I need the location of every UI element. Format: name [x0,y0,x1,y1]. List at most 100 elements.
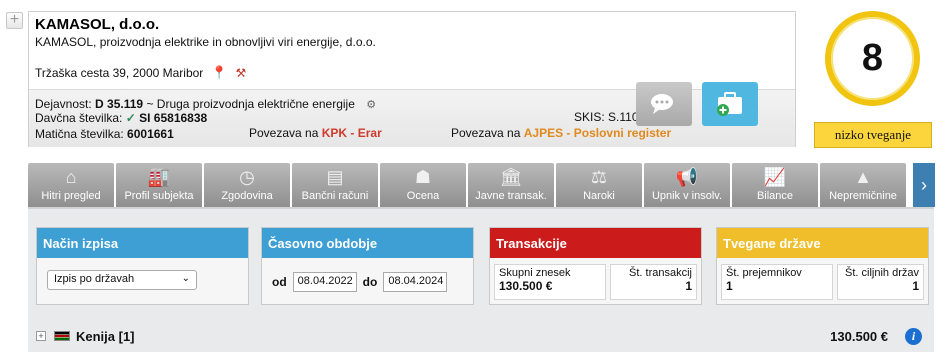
company-full-name: KAMASOL, proizvodnja elektrike in obnovl… [35,35,376,49]
stat-label: Št. transakcij [629,267,692,279]
reg-label: Matična številka: [35,127,124,141]
tax-number: SI 65816838 [139,111,208,125]
ajpes-link[interactable]: AJPES - Poslovni register [524,126,671,140]
stat-label: Skupni znesek [499,267,571,279]
tab-bank-accounts[interactable]: ▤ Bančni računi [292,163,378,207]
activity-code: D 35.119 [95,97,144,111]
route-icon[interactable]: ⚒ [236,66,247,80]
credit-score-value: 8 [861,37,884,79]
chart-icon: 📈 [763,167,787,187]
gears-icon[interactable]: ⚙ [366,99,376,111]
kenya-flag-icon [54,331,70,341]
tab-hearings[interactable]: ⚖ Naroki [556,163,642,207]
tab-label: Bančni računi [301,190,369,202]
tab-profile[interactable]: 🏭 Profil subjekta [116,163,202,207]
ajpes-prefix: Povezava na [451,126,521,140]
transactions-panel: Transakcije Skupni znesek 130.500 € Št. … [489,227,702,305]
from-label: od [272,275,287,289]
risky-countries-panel: Tvegane države Št. prejemnikov 1 Št. cil… [716,227,929,305]
country-name: Kenija [1] [76,328,135,344]
recipients-stat: Št. prejemnikov 1 [721,264,833,300]
company-card: KAMASOL, d.o.o. KAMASOL, proizvodnja ele… [28,11,796,147]
content-area: Način izpisa Izpis po državah ⌄ Časovno … [28,207,934,352]
chevron-down-icon: ⌄ [181,273,190,284]
tab-label: Nepremičnine [829,190,897,202]
check-icon: ✓ [125,111,136,125]
display-mode-panel: Način izpisa Izpis po državah ⌄ [36,227,249,305]
panel-title: Transakcije [490,228,701,258]
map-icon: ▲ [854,167,872,187]
tax-row: Davčna številka: ✓ SI 65816838 [35,111,207,125]
tab-bar: ⌂ Hitri pregled 🏭 Profil subjekta ◷ Zgodovi… [28,163,906,207]
select-value: Izpis po državah [54,273,135,285]
stat-value: 1 [726,279,733,293]
credit-score-circle: 8 [825,11,920,106]
transaction-count-stat: Št. transakcij 1 [610,264,697,300]
tab-public-transactions[interactable]: 🏛 Javne transak. [468,163,554,207]
country-amount: 130.500 € [830,328,888,344]
stat-label: Št. ciljnih držav [845,267,919,279]
display-mode-select[interactable]: Izpis po državah ⌄ [47,270,197,290]
kpk-link[interactable]: KPK - Erar [322,126,382,140]
to-label: do [362,275,378,289]
tab-real-estate[interactable]: ▲ Nepremičnine [820,163,906,207]
chevron-right-icon: › [921,175,927,195]
kpk-link-row: Povezava na KPK - Erar [249,126,382,140]
add-portfolio-button[interactable] [702,82,758,126]
company-address: Tržaška cesta 39, 2000 Maribor 📍 ⚒ [35,65,246,81]
tab-history[interactable]: ◷ Zgodovina [204,163,290,207]
tax-label: Davčna številka: [35,111,123,125]
tab-label: Hitri pregled [41,190,101,202]
tab-insolvency-creditor[interactable]: 📢 Upnik v insolv. [644,163,730,207]
tab-label: Profil subjekta [124,190,194,202]
info-icon[interactable]: i [905,327,922,345]
kpk-prefix: Povezava na [249,126,319,140]
to-date-input[interactable]: 08.04.2024 [383,272,448,292]
chat-button[interactable] [636,82,692,126]
home-icon: ⌂ [65,167,77,187]
tabs-next-arrow[interactable]: › [913,163,935,207]
scales-icon: ⚖ [590,167,608,187]
expand-button[interactable]: + [6,12,23,29]
bank-icon: 🏛 [499,167,523,187]
tab-label: Zgodovina [221,190,273,202]
tab-label: Javne transak. [475,190,547,202]
risk-badge: nizko tveganje [814,122,932,148]
period-panel: Časovno obdobje od 08.04.2022 do 08.04.2… [261,227,474,305]
tab-label: Bilance [756,190,794,202]
megaphone-icon: 📢 [675,167,699,187]
briefcase-add-icon [717,92,742,116]
panel-title: Način izpisa [37,228,248,258]
stat-value: 1 [912,279,919,293]
address-text: Tržaška cesta 39, 2000 Maribor [35,66,204,80]
total-amount-stat: Skupni znesek 130.500 € [494,264,606,300]
card-icon: ▤ [326,167,344,187]
company-name: KAMASOL, d.o.o. [35,16,160,33]
trophy-icon: ☗ [414,167,432,187]
history-icon: ◷ [239,167,255,187]
tab-label: Upnik v insolv. [651,190,723,202]
panel-title: Časovno obdobje [262,228,473,258]
company-header: KAMASOL, d.o.o. KAMASOL, proizvodnja ele… [29,12,795,90]
map-pin-icon[interactable]: 📍 [211,65,227,81]
stat-value: 130.500 € [499,279,553,293]
chat-icon [651,94,673,114]
tab-label: Ocena [406,190,440,202]
target-countries-stat: Št. ciljnih držav 1 [837,264,924,300]
activity-row: Dejavnost: D 35.119 ~ Druga proizvodnja … [35,97,376,111]
expand-row-icon[interactable]: + [36,331,46,341]
tab-label: Naroki [583,190,615,202]
from-date-input[interactable]: 08.04.2022 [292,272,357,292]
ajpes-link-row: Povezava na AJPES - Poslovni register [451,126,671,140]
tab-quick-overview[interactable]: ⌂ Hitri pregled [28,163,114,207]
reg-number: 6001661 [127,127,174,141]
stat-value: 1 [685,279,692,293]
country-row[interactable]: + Kenija [1] 130.500 € i [36,326,928,346]
activity-label: Dejavnost: [35,97,92,111]
skis-label: SKIS: [574,110,605,124]
stat-label: Št. prejemnikov [726,267,802,279]
tab-rating[interactable]: ☗ Ocena [380,163,466,207]
date-range: od 08.04.2022 do 08.04.2024 [272,272,448,292]
reg-row: Matična številka: 6001661 [35,127,174,141]
tab-balance-sheets[interactable]: 📈 Bilance [732,163,818,207]
